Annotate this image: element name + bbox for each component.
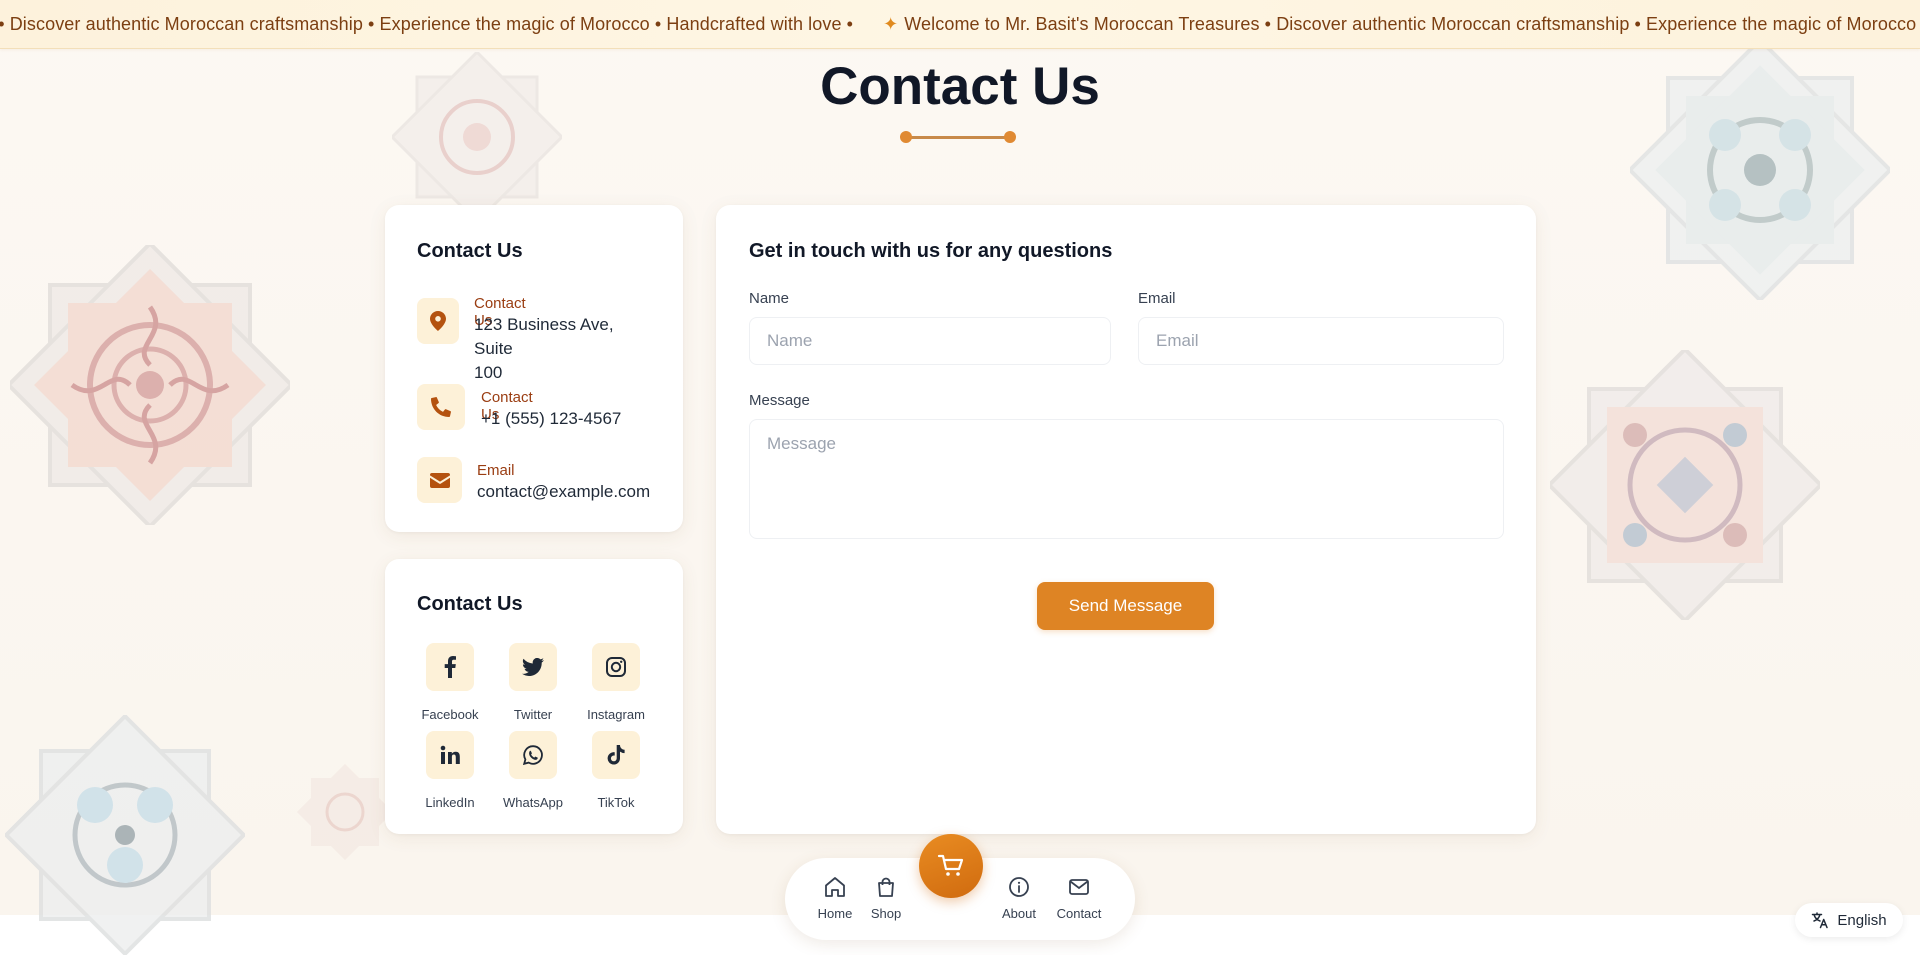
message-input[interactable] — [749, 419, 1504, 539]
contact-info-title: Contact Us — [417, 240, 523, 262]
social-links-card: Contact Us Facebook Twitter Instagram Li… — [385, 559, 683, 834]
decorative-tile — [10, 245, 290, 525]
cart-icon — [937, 854, 964, 876]
nav-label: Shop — [870, 906, 902, 921]
nav-item-about[interactable]: About — [989, 876, 1049, 921]
language-label: English — [1837, 911, 1887, 929]
decorative-tile — [296, 763, 394, 861]
social-label: TikTok — [597, 795, 635, 810]
title-divider — [900, 130, 1016, 144]
facebook-icon — [426, 643, 474, 691]
contact-info-card: Contact Us Contact Us 123 Business Ave, … — [385, 205, 683, 532]
name-input[interactable] — [749, 317, 1111, 365]
social-link-whatsapp[interactable]: WhatsApp — [488, 731, 578, 810]
decorative-tile — [5, 715, 245, 955]
phone-icon — [417, 384, 465, 430]
social-link-facebook[interactable]: Facebook — [405, 643, 495, 722]
whatsapp-icon — [509, 731, 557, 779]
social-label: Facebook — [421, 707, 479, 722]
social-link-linkedin[interactable]: LinkedIn — [405, 731, 495, 810]
contact-form-card: Get in touch with us for any questions N… — [716, 205, 1536, 834]
envelope-icon — [417, 457, 462, 503]
marquee-track: s • Discover authentic Moroccan craftsma… — [0, 14, 1916, 35]
translate-icon — [1812, 912, 1829, 929]
location-pin-icon — [417, 298, 459, 344]
social-link-tiktok[interactable]: TikTok — [571, 731, 661, 810]
phone-value: +1 (555) 123-4567 — [481, 409, 622, 428]
instagram-icon — [592, 643, 640, 691]
info-icon — [989, 876, 1049, 900]
social-label: LinkedIn — [425, 795, 475, 810]
cart-button[interactable] — [919, 834, 983, 898]
social-link-instagram[interactable]: Instagram — [571, 643, 661, 722]
tiktok-icon — [592, 731, 640, 779]
social-label: Instagram — [587, 707, 645, 722]
email-value: contact@example.com — [477, 482, 651, 501]
page-title: Contact Us — [820, 57, 1100, 116]
language-switcher[interactable]: English — [1795, 903, 1903, 937]
social-label: WhatsApp — [503, 795, 563, 810]
nav-label: About — [1002, 906, 1036, 921]
linkedin-icon — [426, 731, 474, 779]
decorative-tile — [1550, 350, 1820, 620]
email-input[interactable] — [1138, 317, 1504, 365]
nav-item-shop[interactable]: Shop — [856, 876, 916, 921]
send-message-button[interactable]: Send Message — [1037, 582, 1214, 630]
marquee-segment: Welcome to Mr. Basit's Moroccan Treasure… — [904, 14, 1917, 34]
nav-label: Contact — [1056, 906, 1102, 921]
social-links-title: Contact Us — [417, 593, 523, 615]
social-link-twitter[interactable]: Twitter — [488, 643, 578, 722]
message-label: Message — [749, 392, 810, 409]
address-line1: 123 Business Ave, — [474, 315, 614, 334]
contact-form-title: Get in touch with us for any questions — [749, 240, 1113, 262]
email-label: Email — [477, 462, 515, 479]
address-line2: Suite 100 — [474, 339, 513, 382]
nav-item-contact[interactable]: Contact — [1049, 876, 1109, 921]
email-field-label: Email — [1138, 290, 1176, 307]
social-label: Twitter — [513, 707, 553, 722]
sparkle-icon: ✦ — [883, 14, 899, 34]
name-label: Name — [749, 290, 790, 307]
marquee-segment: s • Discover authentic Moroccan craftsma… — [0, 14, 854, 34]
announcement-marquee: s • Discover authentic Moroccan craftsma… — [0, 0, 1920, 49]
twitter-icon — [509, 643, 557, 691]
envelope-icon — [1049, 876, 1109, 900]
shopping-bag-icon — [856, 876, 916, 900]
